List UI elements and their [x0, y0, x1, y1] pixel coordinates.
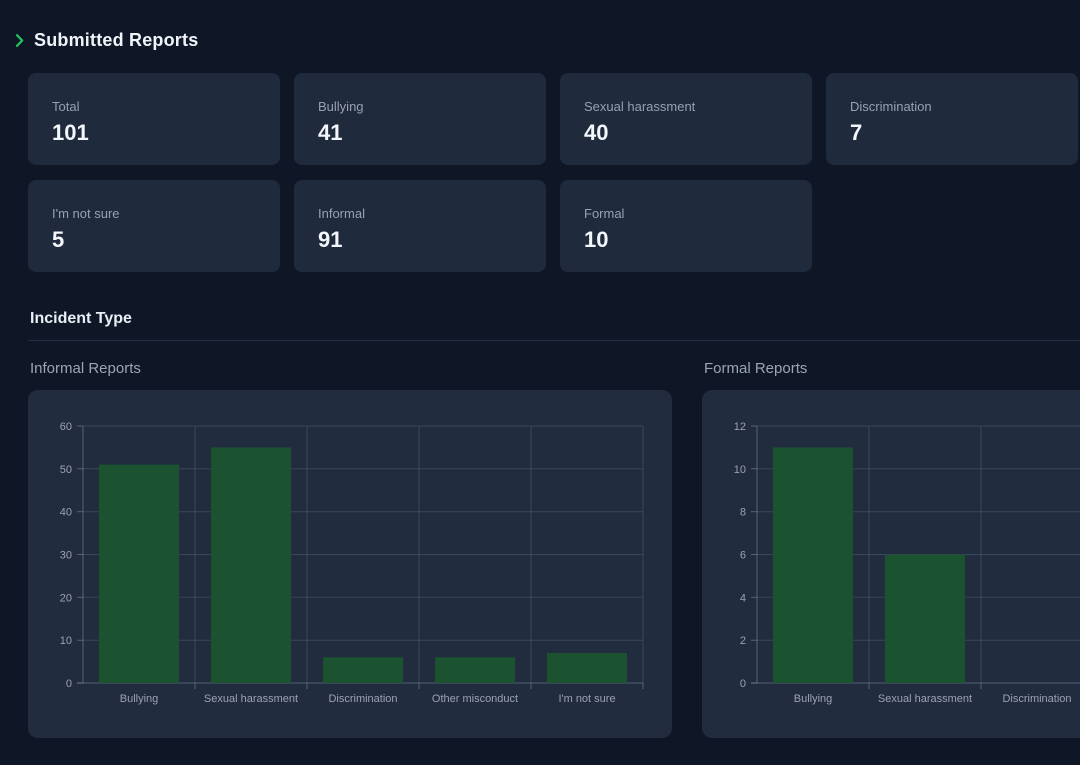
x-category-label: Sexual harassment — [204, 693, 298, 705]
stat-card-label: Total — [52, 99, 280, 114]
stat-card-label: Sexual harassment — [584, 99, 812, 114]
y-tick-label: 12 — [734, 421, 746, 433]
stat-card-formal: Formal 10 — [560, 180, 812, 272]
charts-row: Informal Reports 0102030405060BullyingSe… — [28, 360, 1080, 738]
y-tick-label: 8 — [740, 507, 746, 519]
informal-reports-bar-chart[interactable]: 0 10 20 30 40 50 60 Bullying Sexual harassment Di… — [28, 390, 672, 738]
stat-card-bullying: Bullying 41 — [294, 73, 546, 165]
section-divider — [28, 340, 1080, 341]
stat-card-i-m-not-sure: I'm not sure 5 — [28, 180, 280, 272]
x-category-label: Other misconduct — [432, 693, 518, 705]
formal-reports-title: Formal Reports — [704, 360, 1080, 377]
y-tick-label: 0 — [740, 678, 746, 690]
stat-card-value: 101 — [52, 120, 280, 146]
x-category-label: Discrimination — [1002, 693, 1071, 705]
informal-reports-title: Informal Reports — [30, 360, 672, 377]
informal-reports-block: Informal Reports 0 10 20 30 40 50 60 Bullying Se… — [28, 360, 672, 738]
y-tick-label: 20 — [60, 592, 72, 604]
y-tick-label: 40 — [60, 507, 72, 519]
formal-reports-block: Formal Reports 0 2 4 6 8 10 12 Bullying Sexual h… — [702, 360, 1080, 738]
stat-card-sexual-harassment: Sexual harassment 40 — [560, 73, 812, 165]
stat-card-value: 91 — [318, 227, 546, 253]
formal-reports-panel: 0 2 4 6 8 10 12 Bullying Sexual harassment Discri… — [702, 390, 1080, 738]
stat-card-value: 41 — [318, 120, 546, 146]
stat-card-label: Informal — [318, 206, 546, 221]
x-category-label: I'm not sure — [558, 693, 615, 705]
bar-bullying[interactable] — [773, 447, 853, 683]
y-tick-label: 6 — [740, 550, 746, 562]
y-tick-label: 60 — [60, 421, 72, 433]
y-tick-label: 2 — [740, 635, 746, 647]
y-tick-label: 4 — [740, 592, 746, 604]
y-tick-label: 10 — [60, 635, 72, 647]
stat-card-label: Discrimination — [850, 99, 1078, 114]
bar-discrimination[interactable] — [323, 657, 403, 683]
stat-card-total: Total 101 — [28, 73, 280, 165]
stat-card-label: I'm not sure — [52, 206, 280, 221]
y-tick-label: 50 — [60, 464, 72, 476]
bar-sexual-harassment[interactable] — [885, 555, 965, 684]
y-tick-label: 30 — [60, 550, 72, 562]
bar-sexual-harassment[interactable] — [211, 447, 291, 683]
stat-card-discrimination: Discrimination 7 — [826, 73, 1078, 165]
stats-card-grid: Total 101 Bullying 41 Sexual harassment 40 Dis… — [28, 73, 1080, 272]
stat-card-value: 40 — [584, 120, 812, 146]
page-title: Submitted Reports — [34, 30, 198, 51]
chevron-right-icon — [14, 33, 25, 48]
bar-other-misconduct[interactable] — [435, 657, 515, 683]
y-tick-label: 0 — [66, 678, 72, 690]
bar-i-m-not-sure[interactable] — [547, 653, 627, 683]
stat-card-value: 5 — [52, 227, 280, 253]
dashboard-page: Submitted Reports Total 101 Bullying 41 Sexu… — [0, 0, 1080, 738]
bar-bullying[interactable] — [99, 465, 179, 683]
x-category-label: Sexual harassment — [878, 693, 972, 705]
stat-card-label: Bullying — [318, 99, 546, 114]
incident-type-heading: Incident Type — [30, 310, 1080, 328]
x-category-label: Bullying — [794, 693, 833, 705]
x-category-label: Bullying — [120, 693, 159, 705]
stat-card-label: Formal — [584, 206, 812, 221]
x-category-label: Discrimination — [328, 693, 397, 705]
stat-card-value: 7 — [850, 120, 1078, 146]
submitted-reports-header[interactable]: Submitted Reports — [14, 30, 1080, 51]
y-tick-label: 10 — [734, 464, 746, 476]
stat-card-informal: Informal 91 — [294, 180, 546, 272]
stat-card-value: 10 — [584, 227, 812, 253]
formal-reports-bar-chart[interactable]: 0 2 4 6 8 10 12 Bullying Sexual harassment Discri… — [702, 390, 1080, 738]
informal-reports-panel: 0 10 20 30 40 50 60 Bullying Sexual harassment Di… — [28, 390, 672, 738]
